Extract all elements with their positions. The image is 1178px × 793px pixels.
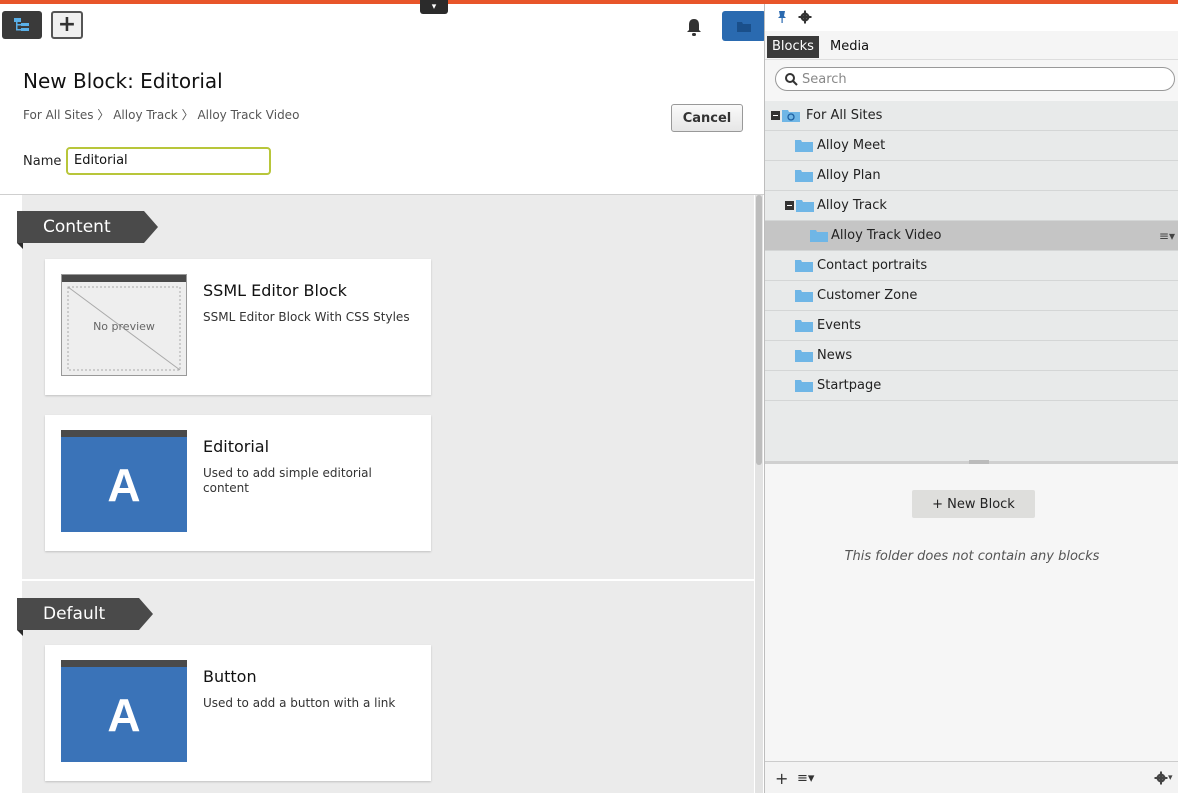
tree-item-alloy-plan[interactable]: Alloy Plan [765,161,1178,191]
folder-icon [795,140,813,152]
collapse-icon[interactable] [771,111,780,120]
list-menu-icon[interactable]: ≡▾ [797,768,814,788]
assets-pane: Blocks Media Search For All Sites Alloy … [764,4,1178,793]
folder-icon [795,380,813,392]
block-type-description: SSML Editor Block With CSS Styles [203,310,410,324]
create-new-button[interactable]: + [51,11,83,39]
tree-item-label: Alloy Track Video [831,228,942,243]
new-block-button[interactable]: + New Block [912,490,1035,518]
block-letter-icon: A [107,688,141,741]
editor-header: New Block: Editorial For All Sites 〉 All… [0,44,764,195]
tree-item-news[interactable]: News [765,341,1178,371]
breadcrumb-item[interactable]: For All Sites [23,108,94,122]
page-tree-icon [14,18,29,31]
empty-folder-message: This folder does not contain any blocks [844,549,1100,564]
block-letter-icon: A [107,458,141,511]
tree-item-startpage[interactable]: Startpage [765,371,1178,401]
folder-icon [737,21,751,32]
assets-pane-toggle-button[interactable] [722,11,766,41]
folder-icon [795,350,813,362]
toolbar-dropdown-toggle[interactable]: ▾ [420,0,448,14]
block-type-card-button[interactable]: A Button Used to add a button with a lin… [45,645,431,781]
assets-pane-toolbar [765,4,1178,32]
context-menu-icon[interactable]: ≡▾ [1159,229,1175,243]
tree-item-contact-portraits[interactable]: Contact portraits [765,251,1178,281]
scrollbar-thumb[interactable] [756,195,762,465]
no-preview-label: No preview [93,320,155,333]
tree-item-alloy-track[interactable]: Alloy Track [765,191,1178,221]
block-type-description: Used to add a button with a link [203,696,396,710]
block-thumbnail: A [61,430,187,532]
folder-icon [795,290,813,302]
tree-item-for-all-sites[interactable]: For All Sites [765,101,1178,131]
block-folder-tree: For All Sites Alloy Meet Alloy Plan Allo… [765,101,1178,461]
folder-icon [810,230,828,242]
no-preview-thumbnail: No preview [61,274,187,376]
folder-icon [795,170,813,182]
tree-item-label: News [817,348,853,363]
block-type-description: Used to add simple editorial content [203,466,372,495]
block-type-card-ssml[interactable]: No preview SSML Editor Block SSML Editor… [45,259,431,395]
breadcrumb-item[interactable]: Alloy Track Video [197,108,299,122]
settings-gear-icon[interactable]: ▾ [1154,768,1173,788]
search-icon [785,73,798,86]
plus-icon: + [57,12,77,37]
content-scrollbar[interactable] [755,195,763,793]
breadcrumb: For All Sites 〉 Alloy Track 〉 Alloy Trac… [23,106,299,123]
block-type-title: Button [203,667,257,686]
name-field-label: Name [23,154,62,169]
pin-icon[interactable] [771,6,793,28]
tree-item-events[interactable]: Events [765,311,1178,341]
add-icon[interactable]: + [775,768,788,788]
block-type-card-editorial[interactable]: A Editorial Used to add simple editorial… [45,415,431,551]
tab-media[interactable]: Media [825,36,874,58]
section-header-content[interactable]: Content [17,211,158,249]
tree-item-label: Alloy Plan [817,168,881,183]
site-folder-icon [782,110,800,122]
notification-bell-icon[interactable] [683,16,705,38]
gear-icon[interactable] [794,6,816,28]
tree-item-label: Contact portraits [817,258,928,273]
folder-icon [795,260,813,272]
breadcrumb-separator: 〉 [181,108,194,122]
block-type-title: SSML Editor Block [203,281,347,300]
name-input[interactable]: Editorial [66,147,271,175]
navigation-pane-toggle-button[interactable] [2,11,42,39]
block-search-input[interactable]: Search [775,67,1175,91]
splitter-grip-icon[interactable] [969,460,989,464]
cancel-button[interactable]: Cancel [671,104,743,132]
folder-icon [796,200,814,212]
tree-item-label: Alloy Track [817,198,887,213]
tree-item-alloy-meet[interactable]: Alloy Meet [765,131,1178,161]
block-type-title: Editorial [203,437,270,456]
page-title: New Block: Editorial [23,69,223,93]
section-header-default[interactable]: Default [17,598,153,636]
section-divider [22,579,754,581]
tree-item-label: Startpage [817,378,882,393]
block-thumbnail: A [61,660,187,762]
tree-item-label: Alloy Meet [817,138,886,153]
search-placeholder: Search [802,72,847,87]
tab-blocks[interactable]: Blocks [767,36,819,58]
assets-pane-footer: + ≡▾ ▾ [765,761,1178,793]
tree-item-label: For All Sites [806,108,883,123]
assets-tabs: Blocks Media [765,31,1178,60]
breadcrumb-item[interactable]: Alloy Track [113,108,178,122]
tree-item-label: Customer Zone [817,288,918,303]
tree-item-alloy-track-video[interactable]: Alloy Track Video ≡▾ [765,221,1178,251]
tree-item-label: Events [817,318,862,333]
tree-item-customer-zone[interactable]: Customer Zone [765,281,1178,311]
breadcrumb-separator: 〉 [97,108,110,122]
folder-icon [795,320,813,332]
collapse-icon[interactable] [785,201,794,210]
